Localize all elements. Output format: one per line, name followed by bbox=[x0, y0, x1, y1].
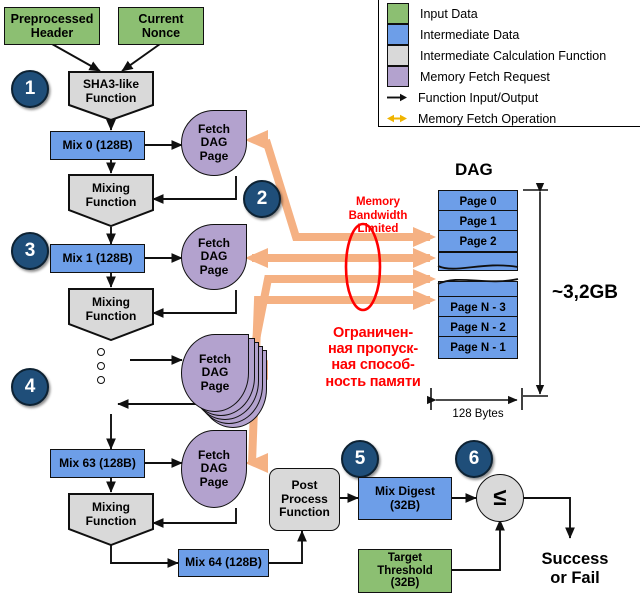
stack-layer-front: Fetch DAG Page bbox=[181, 334, 249, 412]
node-target-threshold: Target Threshold (32B) bbox=[358, 549, 452, 593]
step-badge-1: 1 bbox=[11, 70, 49, 108]
node-fetch-dag-page-1: Fetch DAG Page bbox=[181, 110, 247, 176]
fetch3-line2: DAG bbox=[201, 365, 229, 380]
ellipsis-dot-3 bbox=[97, 376, 105, 384]
legend-item-memory-fetch: Memory Fetch Request bbox=[387, 66, 640, 87]
ellipsis-dot-2 bbox=[97, 362, 105, 370]
current-nonce-line2: Nonce bbox=[141, 26, 181, 40]
step-badge-3: 3 bbox=[11, 232, 49, 270]
annotation-memory-bandwidth-limited-ru: Ограничен- ная пропуск- ная способ- ност… bbox=[310, 325, 436, 390]
ru-line4: ность памяти bbox=[325, 373, 421, 390]
node-mix-0: Mix 0 (128B) bbox=[50, 131, 145, 160]
dag-total-size: ~3,2GB bbox=[552, 282, 619, 303]
fetch1-line2: DAG bbox=[200, 135, 228, 150]
legend-label-intermediate-data: Intermediate Data bbox=[420, 27, 520, 42]
node-preprocessed-header: Preprocessed Header bbox=[4, 7, 100, 45]
ru-line2: ная пропуск- bbox=[328, 341, 418, 358]
mix-digest-line2: (32B) bbox=[389, 497, 420, 512]
legend-item-memory-fetch-op: Memory Fetch Operation bbox=[387, 108, 640, 129]
legend-item-calc-function: Intermediate Calculation Function bbox=[387, 45, 640, 66]
fetch1-line3: Page bbox=[199, 148, 229, 163]
ru-line1: Ограничен- bbox=[333, 325, 413, 341]
fetch1-line1: Fetch bbox=[197, 121, 230, 136]
fetch4-line1: Fetch bbox=[197, 447, 230, 462]
current-nonce-line1: Current bbox=[138, 12, 184, 26]
target-line3: (32B) bbox=[390, 577, 420, 590]
arrow-right-black-icon bbox=[387, 88, 407, 107]
node-mix-64: Mix 64 (128B) bbox=[178, 549, 269, 577]
dag-page-n-1: Page N - 1 bbox=[438, 336, 518, 359]
target-line2: Threshold bbox=[377, 564, 433, 577]
node-post-process-function: Post Process Function bbox=[269, 468, 340, 531]
legend-label-function-io: Function Input/Output bbox=[418, 90, 539, 105]
legend-swatch-calc-function bbox=[387, 45, 409, 66]
ellipsis-dot-1 bbox=[97, 348, 105, 356]
node-fetch-dag-page-2: Fetch DAG Page bbox=[181, 224, 247, 290]
dag-page-2: Page 2 bbox=[438, 230, 518, 253]
dag-break-icon bbox=[437, 264, 519, 285]
legend-swatch-intermediate-data bbox=[387, 24, 409, 45]
legend-label-memory-fetch: Memory Fetch Request bbox=[420, 69, 550, 84]
mixing4-line2: Function bbox=[85, 513, 137, 528]
diagram-canvas: Input Data Intermediate Data Intermediat… bbox=[0, 0, 640, 599]
annotation-memory-bandwidth-limited: Memory Bandwidth Limited bbox=[330, 196, 426, 237]
sha3-line1: SHA3-like bbox=[82, 77, 140, 92]
node-current-nonce: Current Nonce bbox=[118, 7, 204, 45]
fetch3-line1: Fetch bbox=[198, 351, 231, 366]
result-label: Success or Fail bbox=[520, 550, 630, 589]
preprocessed-header-line2: Header bbox=[30, 26, 74, 40]
step-badge-6: 6 bbox=[455, 440, 493, 478]
node-mix-63: Mix 63 (128B) bbox=[50, 449, 145, 478]
legend-item-intermediate-data: Intermediate Data bbox=[387, 24, 640, 45]
bottleneck-ellipse bbox=[344, 222, 382, 312]
legend-swatch-input-data bbox=[387, 3, 409, 24]
mbl-line1: Memory bbox=[355, 196, 401, 208]
node-fetch-dag-page-stack: Fetch DAG Page bbox=[181, 334, 267, 428]
legend-item-function-io: Function Input/Output bbox=[387, 87, 640, 108]
step-badge-4: 4 bbox=[11, 368, 49, 406]
preprocessed-header-line1: Preprocessed bbox=[10, 12, 94, 26]
mixing4-line1: Mixing bbox=[92, 500, 130, 515]
arrow-bidirectional-orange-icon bbox=[387, 109, 407, 128]
fetch4-line2: DAG bbox=[200, 461, 228, 476]
fetch2-line3: Page bbox=[199, 262, 229, 277]
fetch2-line2: DAG bbox=[200, 249, 228, 264]
node-fetch-dag-page-4: Fetch DAG Page bbox=[181, 430, 247, 508]
step-badge-5: 5 bbox=[341, 440, 379, 478]
post-line1: Post bbox=[291, 478, 318, 493]
node-mix-1: Mix 1 (128B) bbox=[50, 244, 145, 273]
legend-label-calc-function: Intermediate Calculation Function bbox=[420, 48, 607, 63]
mixing1-line1: Mixing bbox=[92, 181, 130, 196]
mix-digest-line1: Mix Digest bbox=[374, 484, 435, 499]
mbl-line2: Bandwidth bbox=[348, 209, 408, 222]
sha3-line2: Function bbox=[85, 90, 137, 105]
legend-label-input-data: Input Data bbox=[420, 6, 478, 21]
legend-label-memory-fetch-op: Memory Fetch Operation bbox=[418, 111, 557, 126]
post-line2: Process bbox=[281, 491, 328, 506]
legend-swatch-memory-fetch bbox=[387, 66, 409, 87]
mbl-line3: Limited bbox=[357, 223, 399, 236]
mixing1-line2: Function bbox=[85, 194, 137, 209]
fetch3-line3: Page bbox=[200, 378, 230, 393]
fetch2-line1: Fetch bbox=[197, 235, 230, 250]
legend-item-input-data: Input Data bbox=[387, 3, 640, 24]
legend-panel: Input Data Intermediate Data Intermediat… bbox=[378, 0, 640, 127]
node-comparison-operator: ≤ bbox=[476, 474, 524, 522]
node-mixing-function-1: Mixing Function bbox=[68, 174, 154, 227]
node-mixing-function-4: Mixing Function bbox=[68, 493, 154, 546]
node-sha3-function: SHA3-like Function bbox=[68, 71, 154, 121]
mixing2-line1: Mixing bbox=[92, 295, 130, 310]
node-mixing-function-2: Mixing Function bbox=[68, 288, 154, 341]
ru-line3: ная способ- bbox=[331, 357, 415, 374]
mixing2-line2: Function bbox=[85, 308, 137, 323]
fetch4-line3: Page bbox=[199, 474, 229, 489]
result-line1: Success bbox=[541, 550, 609, 568]
node-mix-digest: Mix Digest (32B) bbox=[358, 477, 452, 520]
dag-title: DAG bbox=[455, 160, 493, 179]
dag-page-width-label: 128 Bytes bbox=[452, 408, 504, 420]
post-line3: Function bbox=[279, 505, 330, 520]
step-badge-2: 2 bbox=[243, 180, 281, 218]
result-line2: or Fail bbox=[550, 569, 600, 588]
target-line1: Target bbox=[387, 551, 423, 564]
